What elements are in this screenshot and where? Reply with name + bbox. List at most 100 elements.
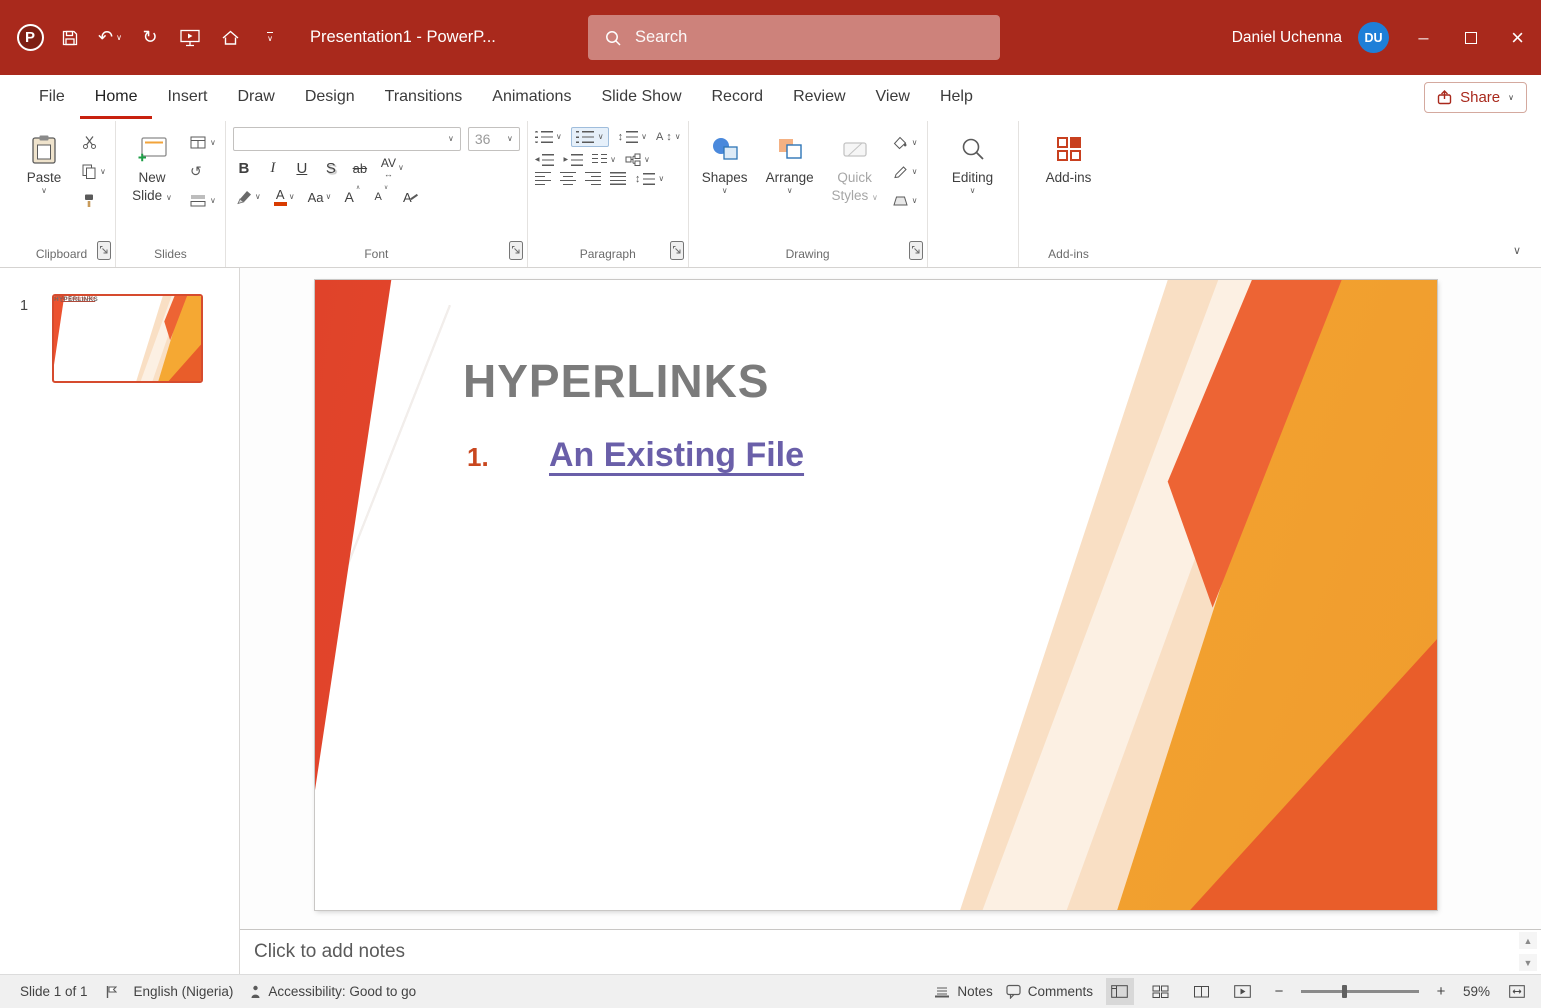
accessibility-checker-button[interactable]: Accessibility: Good to go [250,984,416,999]
slide-title[interactable]: HYPERLINKS [463,354,769,408]
decrease-indent-button[interactable]: ◀ [535,153,555,166]
cut-button[interactable] [80,130,108,155]
tab-slide-show[interactable]: Slide Show [586,75,696,119]
tab-record[interactable]: Record [697,75,779,119]
underline-button[interactable]: U [291,156,313,180]
character-spacing-button[interactable]: AV ↔ ∨ [378,156,407,180]
language-button[interactable]: English (Nigeria) [134,984,234,999]
change-case-button[interactable]: Aa ∨ [305,185,335,209]
increase-font-size-button[interactable]: A ∧ [341,185,363,209]
section-button[interactable]: ∨ [188,188,218,213]
comments-button[interactable]: Comments [1006,984,1093,999]
redo-button[interactable]: ↻ [132,19,168,57]
align-text-button[interactable]: ↕ ∨ [635,172,664,185]
slideshow-view-button[interactable] [1229,978,1257,1005]
slide-list-item[interactable]: 1. An Existing File [467,436,804,475]
increase-indent-button[interactable]: ▶ [563,153,584,166]
zoom-slider-thumb[interactable] [1342,985,1348,998]
decrease-font-size-button[interactable]: A ∨ [370,185,392,209]
tab-animations[interactable]: Animations [477,75,586,119]
copy-button[interactable]: ∨ [80,159,108,184]
slideshow-from-beginning-button[interactable] [172,19,208,57]
hyperlink-text[interactable]: An Existing File [549,436,804,475]
tab-file[interactable]: File [24,75,80,119]
zoom-out-button[interactable]: − [1270,983,1288,1000]
paragraph-dialog-launcher[interactable] [669,241,684,260]
normal-view-button[interactable] [1105,978,1134,1005]
zoom-slider[interactable] [1300,985,1419,998]
format-painter-button[interactable] [80,188,108,213]
shape-outline-button[interactable]: ∨ [891,159,920,184]
align-center-button[interactable] [559,172,576,186]
fit-slide-to-window-button[interactable] [1503,978,1531,1005]
slide-layout-button[interactable]: ∨ [188,130,218,155]
user-name[interactable]: Daniel Uchenna [1232,29,1342,47]
drawing-dialog-launcher[interactable] [908,241,923,260]
collapse-ribbon-button[interactable]: ∨ [1513,244,1521,257]
close-button[interactable]: × [1494,0,1541,75]
quick-styles-button[interactable]: Quick Styles ∨ [826,127,884,204]
tab-review[interactable]: Review [778,75,860,119]
home-button[interactable] [212,19,248,57]
undo-button[interactable]: ↶ ∨ [92,19,128,57]
notes-toggle-button[interactable]: Notes [934,984,993,999]
slide-canvas[interactable]: HYPERLINKS 1. An Existing File [240,268,1541,929]
notes-pane[interactable]: Click to add notes [240,929,1541,974]
bullets-button[interactable]: ∨ [534,131,562,143]
text-direction-button[interactable]: A ↕ ∨ [656,131,681,143]
editing-button[interactable]: Editing ∨ [944,127,1002,195]
line-spacing-button[interactable]: ↕ ∨ [618,131,647,143]
avatar[interactable]: DU [1358,22,1389,53]
slide-thumbnail[interactable]: HYPERLINKS 1. An Existing File [52,294,203,383]
slide[interactable]: HYPERLINKS 1. An Existing File [315,280,1437,910]
tab-help[interactable]: Help [925,75,988,119]
reset-slide-button[interactable]: ↺ [188,159,218,184]
clipboard-dialog-launcher[interactable] [97,241,111,260]
slide-sorter-view-button[interactable] [1147,978,1175,1005]
strikethrough-button[interactable]: ab [349,156,371,180]
save-button[interactable] [52,19,88,57]
justify-button[interactable] [609,172,626,186]
arrange-button[interactable]: Arrange ∨ [761,127,819,195]
tab-home[interactable]: Home [79,75,153,119]
align-right-button[interactable] [584,172,601,186]
columns-button[interactable]: ∨ [592,153,616,166]
slide-indicator[interactable]: Slide 1 of 1 [20,984,88,999]
minimize-button[interactable]: ─ [1400,0,1447,75]
zoom-level-button[interactable]: 59% [1463,984,1490,999]
previous-slide-button[interactable]: ▲ [1519,932,1537,949]
font-size-combobox[interactable]: 36 ∨ [467,127,520,151]
new-slide-button[interactable]: New Slide ∨ [123,127,181,204]
search-bar[interactable] [588,15,1000,60]
reading-view-button[interactable] [1188,978,1216,1005]
shape-effects-button[interactable]: ∨ [891,188,920,213]
powerpoint-logo-icon[interactable]: P [12,19,48,57]
tab-design[interactable]: Design [290,75,370,119]
clear-formatting-button[interactable]: A [399,185,421,209]
tab-insert[interactable]: Insert [152,75,222,119]
tab-transitions[interactable]: Transitions [370,75,478,119]
next-slide-button[interactable]: ▼ [1519,954,1537,971]
numbering-button[interactable] [575,131,594,143]
addins-button[interactable]: Add-ins [1040,127,1098,187]
font-dialog-launcher[interactable] [508,241,523,260]
shapes-button[interactable]: Shapes ∨ [696,127,754,195]
text-shadow-button[interactable]: S [320,156,342,180]
share-button[interactable]: Share ∨ [1424,82,1527,113]
font-name-combobox[interactable]: ∨ [232,127,461,151]
italic-button[interactable]: I [262,156,284,180]
proofing-status-button[interactable] [105,985,117,999]
tab-view[interactable]: View [861,75,925,119]
search-input[interactable] [635,28,984,47]
customize-quick-access-toolbar-button[interactable]: ∨ [252,19,288,57]
maximize-button[interactable] [1447,0,1494,75]
align-left-button[interactable] [534,172,551,186]
paste-button[interactable]: Paste ∨ [15,127,73,195]
bold-button[interactable]: B [233,156,255,180]
convert-to-smartart-button[interactable]: ∨ [625,153,650,166]
tab-draw[interactable]: Draw [222,75,289,119]
numbering-dropdown[interactable]: ∨ [598,133,604,141]
font-color-button[interactable]: A ∨ [271,185,298,209]
shape-fill-button[interactable]: ∨ [891,130,920,155]
zoom-in-button[interactable]: + [1432,983,1450,1000]
